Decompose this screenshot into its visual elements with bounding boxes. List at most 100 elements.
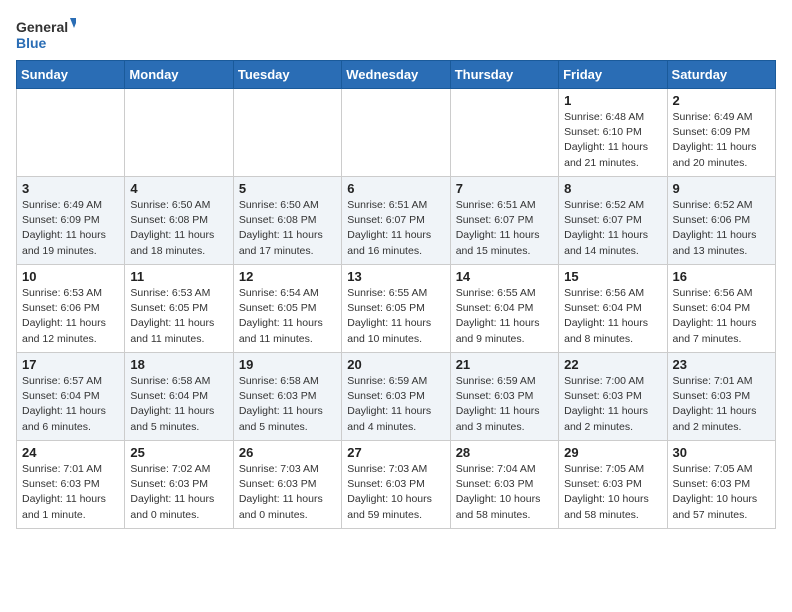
day-number: 13 bbox=[347, 269, 444, 284]
logo: General Blue bbox=[16, 16, 76, 52]
day-info: Sunrise: 6:58 AM Sunset: 6:04 PM Dayligh… bbox=[130, 374, 227, 435]
calendar-cell bbox=[125, 89, 233, 177]
calendar-cell: 15 Sunrise: 6:56 AM Sunset: 6:04 PM Dayli… bbox=[559, 265, 667, 353]
calendar-cell: 29 Sunrise: 7:05 AM Sunset: 6:03 PM Dayli… bbox=[559, 441, 667, 529]
calendar-cell: 12 Sunrise: 6:54 AM Sunset: 6:05 PM Dayli… bbox=[233, 265, 341, 353]
calendar-cell: 18 Sunrise: 6:58 AM Sunset: 6:04 PM Dayli… bbox=[125, 353, 233, 441]
calendar-cell: 13 Sunrise: 6:55 AM Sunset: 6:05 PM Dayli… bbox=[342, 265, 450, 353]
calendar-cell bbox=[450, 89, 558, 177]
day-info: Sunrise: 6:56 AM Sunset: 6:04 PM Dayligh… bbox=[564, 286, 661, 347]
day-info: Sunrise: 7:01 AM Sunset: 6:03 PM Dayligh… bbox=[22, 462, 119, 523]
weekday-header: Saturday bbox=[667, 61, 775, 89]
calendar-cell: 8 Sunrise: 6:52 AM Sunset: 6:07 PM Daylig… bbox=[559, 177, 667, 265]
calendar-cell: 2Sunrise: 6:49 AM Sunset: 6:09 PM Daylig… bbox=[667, 89, 775, 177]
calendar-cell: 26 Sunrise: 7:03 AM Sunset: 6:03 PM Dayli… bbox=[233, 441, 341, 529]
day-info: Sunrise: 6:52 AM Sunset: 6:06 PM Dayligh… bbox=[673, 198, 770, 259]
weekday-header: Tuesday bbox=[233, 61, 341, 89]
calendar-cell: 7 Sunrise: 6:51 AM Sunset: 6:07 PM Daylig… bbox=[450, 177, 558, 265]
day-number: 25 bbox=[130, 445, 227, 460]
calendar-cell: 9 Sunrise: 6:52 AM Sunset: 6:06 PM Daylig… bbox=[667, 177, 775, 265]
calendar-cell: 19 Sunrise: 6:58 AM Sunset: 6:03 PM Dayli… bbox=[233, 353, 341, 441]
svg-text:Blue: Blue bbox=[16, 35, 47, 51]
calendar-cell: 10Sunrise: 6:53 AM Sunset: 6:06 PM Dayli… bbox=[17, 265, 125, 353]
day-info: Sunrise: 6:58 AM Sunset: 6:03 PM Dayligh… bbox=[239, 374, 336, 435]
day-number: 8 bbox=[564, 181, 661, 196]
day-number: 1 bbox=[564, 93, 661, 108]
day-info: Sunrise: 6:49 AM Sunset: 6:09 PM Dayligh… bbox=[22, 198, 119, 259]
calendar-table: SundayMondayTuesdayWednesdayThursdayFrid… bbox=[16, 60, 776, 529]
day-info: Sunrise: 6:51 AM Sunset: 6:07 PM Dayligh… bbox=[456, 198, 553, 259]
day-info: Sunrise: 6:55 AM Sunset: 6:05 PM Dayligh… bbox=[347, 286, 444, 347]
day-info: Sunrise: 6:51 AM Sunset: 6:07 PM Dayligh… bbox=[347, 198, 444, 259]
day-number: 7 bbox=[456, 181, 553, 196]
day-number: 27 bbox=[347, 445, 444, 460]
calendar-cell: 28 Sunrise: 7:04 AM Sunset: 6:03 PM Dayli… bbox=[450, 441, 558, 529]
day-number: 21 bbox=[456, 357, 553, 372]
day-info: Sunrise: 7:05 AM Sunset: 6:03 PM Dayligh… bbox=[673, 462, 770, 523]
day-number: 26 bbox=[239, 445, 336, 460]
day-number: 17 bbox=[22, 357, 119, 372]
calendar-cell: 20 Sunrise: 6:59 AM Sunset: 6:03 PM Dayli… bbox=[342, 353, 450, 441]
day-info: Sunrise: 6:57 AM Sunset: 6:04 PM Dayligh… bbox=[22, 374, 119, 435]
calendar-cell: 14Sunrise: 6:55 AM Sunset: 6:04 PM Dayli… bbox=[450, 265, 558, 353]
day-info: Sunrise: 7:04 AM Sunset: 6:03 PM Dayligh… bbox=[456, 462, 553, 523]
day-info: Sunrise: 7:03 AM Sunset: 6:03 PM Dayligh… bbox=[239, 462, 336, 523]
day-info: Sunrise: 6:59 AM Sunset: 6:03 PM Dayligh… bbox=[456, 374, 553, 435]
day-info: Sunrise: 6:52 AM Sunset: 6:07 PM Dayligh… bbox=[564, 198, 661, 259]
day-info: Sunrise: 6:53 AM Sunset: 6:06 PM Dayligh… bbox=[22, 286, 119, 347]
day-info: Sunrise: 6:50 AM Sunset: 6:08 PM Dayligh… bbox=[239, 198, 336, 259]
day-info: Sunrise: 7:03 AM Sunset: 6:03 PM Dayligh… bbox=[347, 462, 444, 523]
weekday-header: Monday bbox=[125, 61, 233, 89]
day-number: 5 bbox=[239, 181, 336, 196]
day-number: 19 bbox=[239, 357, 336, 372]
day-info: Sunrise: 7:02 AM Sunset: 6:03 PM Dayligh… bbox=[130, 462, 227, 523]
calendar-cell: 25 Sunrise: 7:02 AM Sunset: 6:03 PM Dayli… bbox=[125, 441, 233, 529]
calendar-cell bbox=[342, 89, 450, 177]
day-number: 3 bbox=[22, 181, 119, 196]
day-number: 2 bbox=[673, 93, 770, 108]
day-info: Sunrise: 6:56 AM Sunset: 6:04 PM Dayligh… bbox=[673, 286, 770, 347]
day-number: 14 bbox=[456, 269, 553, 284]
day-number: 18 bbox=[130, 357, 227, 372]
day-number: 30 bbox=[673, 445, 770, 460]
calendar-cell: 17 Sunrise: 6:57 AM Sunset: 6:04 PM Dayli… bbox=[17, 353, 125, 441]
day-number: 15 bbox=[564, 269, 661, 284]
weekday-header: Sunday bbox=[17, 61, 125, 89]
calendar-cell: 11 Sunrise: 6:53 AM Sunset: 6:05 PM Dayli… bbox=[125, 265, 233, 353]
day-info: Sunrise: 7:00 AM Sunset: 6:03 PM Dayligh… bbox=[564, 374, 661, 435]
day-info: Sunrise: 6:48 AM Sunset: 6:10 PM Dayligh… bbox=[564, 110, 661, 171]
svg-text:General: General bbox=[16, 19, 68, 35]
day-number: 20 bbox=[347, 357, 444, 372]
calendar-cell: 5 Sunrise: 6:50 AM Sunset: 6:08 PM Daylig… bbox=[233, 177, 341, 265]
day-number: 24 bbox=[22, 445, 119, 460]
calendar-cell: 1 Sunrise: 6:48 AM Sunset: 6:10 PM Daylig… bbox=[559, 89, 667, 177]
calendar-cell: 3 Sunrise: 6:49 AM Sunset: 6:09 PM Daylig… bbox=[17, 177, 125, 265]
day-number: 12 bbox=[239, 269, 336, 284]
day-info: Sunrise: 6:53 AM Sunset: 6:05 PM Dayligh… bbox=[130, 286, 227, 347]
calendar-cell bbox=[233, 89, 341, 177]
day-number: 11 bbox=[130, 269, 227, 284]
calendar-cell: 6 Sunrise: 6:51 AM Sunset: 6:07 PM Daylig… bbox=[342, 177, 450, 265]
day-info: Sunrise: 7:01 AM Sunset: 6:03 PM Dayligh… bbox=[673, 374, 770, 435]
day-number: 6 bbox=[347, 181, 444, 196]
page-header: General Blue bbox=[16, 16, 776, 52]
day-number: 29 bbox=[564, 445, 661, 460]
day-info: Sunrise: 6:54 AM Sunset: 6:05 PM Dayligh… bbox=[239, 286, 336, 347]
day-number: 28 bbox=[456, 445, 553, 460]
weekday-header: Friday bbox=[559, 61, 667, 89]
calendar-cell: 21 Sunrise: 6:59 AM Sunset: 6:03 PM Dayli… bbox=[450, 353, 558, 441]
calendar-cell: 16 Sunrise: 6:56 AM Sunset: 6:04 PM Dayli… bbox=[667, 265, 775, 353]
weekday-header: Thursday bbox=[450, 61, 558, 89]
day-info: Sunrise: 6:50 AM Sunset: 6:08 PM Dayligh… bbox=[130, 198, 227, 259]
logo-svg: General Blue bbox=[16, 16, 76, 52]
day-info: Sunrise: 7:05 AM Sunset: 6:03 PM Dayligh… bbox=[564, 462, 661, 523]
calendar-cell bbox=[17, 89, 125, 177]
day-number: 4 bbox=[130, 181, 227, 196]
day-number: 22 bbox=[564, 357, 661, 372]
day-number: 16 bbox=[673, 269, 770, 284]
day-number: 9 bbox=[673, 181, 770, 196]
calendar-cell: 22 Sunrise: 7:00 AM Sunset: 6:03 PM Dayli… bbox=[559, 353, 667, 441]
day-info: Sunrise: 6:59 AM Sunset: 6:03 PM Dayligh… bbox=[347, 374, 444, 435]
calendar-cell: 4 Sunrise: 6:50 AM Sunset: 6:08 PM Daylig… bbox=[125, 177, 233, 265]
calendar-cell: 30 Sunrise: 7:05 AM Sunset: 6:03 PM Dayli… bbox=[667, 441, 775, 529]
